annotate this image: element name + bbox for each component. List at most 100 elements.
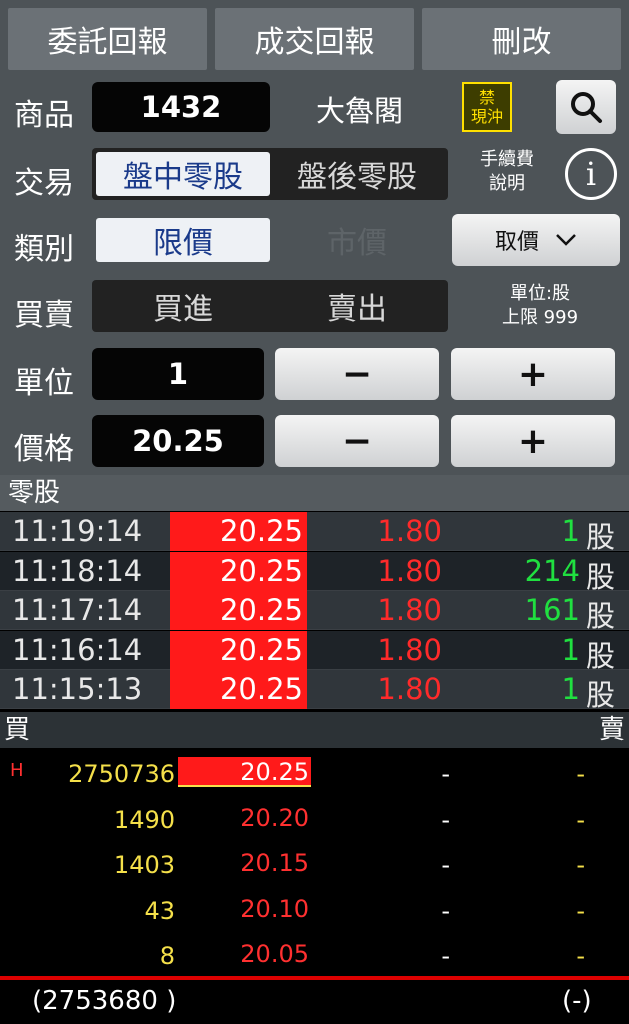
price-minus-button[interactable]: − <box>275 415 439 467</box>
list-item[interactable]: 43 20.10 - - <box>0 887 629 933</box>
product-code-input[interactable]: 1432 <box>92 82 270 132</box>
sell-option[interactable]: 賣出 <box>270 284 444 328</box>
list-item[interactable]: H 2750736 20.25 - - <box>0 750 629 796</box>
ask-quantity: - <box>576 851 585 879</box>
trade-time: 11:18:14 <box>12 553 143 588</box>
ask-price: - <box>441 760 450 788</box>
bid-flag: H <box>10 760 24 781</box>
trade-volume: 161 <box>524 593 580 627</box>
trade-change: 1.80 <box>377 514 442 548</box>
total-bid: (2753680 ) <box>32 986 177 1016</box>
no-day-trade-badge: 禁 現沖 <box>462 82 512 132</box>
trade-time: 11:16:14 <box>12 632 143 667</box>
trade-volume: 1 <box>561 514 580 548</box>
trade-change: 1.80 <box>377 632 442 667</box>
ask-price: - <box>441 805 450 834</box>
buy-option[interactable]: 買進 <box>96 284 270 328</box>
book-totals: (2753680 ) (-) <box>0 980 629 1024</box>
product-label: 商品 <box>14 98 74 133</box>
table-row: 11:19:14 20.25 1.80 1 股 <box>0 512 629 554</box>
price-label: 價格 <box>14 432 74 467</box>
side-label: 買賣 <box>14 298 74 333</box>
table-row: 11:15:13 20.25 1.80 1 股 <box>0 670 629 712</box>
ask-price: - <box>441 942 450 970</box>
bid-price: 20.20 <box>240 803 309 832</box>
trade-time: 11:19:14 <box>12 514 143 548</box>
tab-order-report[interactable]: 委託回報 <box>8 8 207 70</box>
trade-price: 20.25 <box>170 630 307 670</box>
trade-change: 1.80 <box>377 553 442 588</box>
trade-price: 20.25 <box>170 670 307 709</box>
unit-limit-info: 單位:股 上限 999 <box>501 283 579 328</box>
table-row: 11:16:14 20.25 1.80 1 股 <box>0 630 629 673</box>
ask-price: - <box>441 896 450 925</box>
trade-change: 1.80 <box>377 593 442 627</box>
quantity-plus-button[interactable]: + <box>451 348 615 400</box>
trade-unit: 股 <box>586 599 616 633</box>
bid-price: 20.15 <box>240 849 309 877</box>
bid-quantity: 43 <box>144 896 175 925</box>
tab-modify[interactable]: 刪改 <box>422 8 621 70</box>
bid-quantity: 2750736 <box>68 760 175 788</box>
total-ask: (-) <box>562 986 592 1016</box>
type-label: 類別 <box>14 232 74 267</box>
trade-price: 20.25 <box>170 591 307 630</box>
product-name: 大魯閣 <box>316 94 404 128</box>
ask-quantity: - <box>576 896 585 925</box>
search-button[interactable] <box>556 80 616 134</box>
market-price-option[interactable]: 市價 <box>270 218 444 262</box>
bid-price: 20.25 <box>178 757 311 787</box>
order-book-header: 買 賣 <box>0 712 629 748</box>
price-input[interactable]: 20.25 <box>92 415 264 467</box>
bid-quantity: 1403 <box>113 851 175 879</box>
ask-quantity: - <box>576 942 585 970</box>
price-source-label: 取價 <box>494 230 539 255</box>
trade-time: 11:17:14 <box>12 593 143 627</box>
order-type-toggle: 限價 市價 <box>92 214 448 266</box>
sell-header: 賣 <box>598 715 625 745</box>
quantity-input[interactable]: 1 <box>92 348 264 400</box>
tab-deal-report[interactable]: 成交回報 <box>215 8 414 70</box>
price-source-dropdown[interactable]: 取價 <box>452 214 620 266</box>
quantity-minus-button[interactable]: − <box>275 348 439 400</box>
trade-price: 20.25 <box>170 551 307 591</box>
quantity-label: 單位 <box>14 366 74 401</box>
trade-unit: 股 <box>586 638 616 673</box>
trade-unit: 股 <box>586 559 616 594</box>
bid-quantity: 8 <box>159 942 175 970</box>
fee-info-label[interactable]: 手續費 說明 <box>464 148 550 196</box>
trade-price: 20.25 <box>170 512 307 551</box>
bid-quantity: 1490 <box>113 805 175 834</box>
ask-price: - <box>441 851 450 879</box>
trade-unit: 股 <box>586 520 616 554</box>
buy-header: 買 <box>4 715 31 745</box>
trade-unit: 股 <box>586 678 616 712</box>
limit-price-option[interactable]: 限價 <box>96 218 270 262</box>
trade-time: 11:15:13 <box>12 672 143 706</box>
order-form: 商品 1432 大魯閣 禁 現沖 交易 盤中零股 盤後零股 手續費 說明 i 類… <box>0 72 629 475</box>
odd-lot-section-title: 零股 <box>0 475 629 511</box>
after-hours-odd-lot-option[interactable]: 盤後零股 <box>270 152 444 196</box>
table-row: 11:18:14 20.25 1.80 214 股 <box>0 551 629 594</box>
trade-volume: 1 <box>561 672 580 706</box>
side-toggle: 買進 賣出 <box>92 280 448 332</box>
bid-price: 20.10 <box>240 894 309 923</box>
list-item[interactable]: 1490 20.20 - - <box>0 796 629 842</box>
trade-session-toggle: 盤中零股 盤後零股 <box>92 148 448 200</box>
trade-label: 交易 <box>14 166 74 201</box>
trade-volume: 214 <box>524 553 580 588</box>
price-plus-button[interactable]: + <box>451 415 615 467</box>
intraday-odd-lot-option[interactable]: 盤中零股 <box>96 152 270 196</box>
top-tab-bar: 委託回報 成交回報 刪改 <box>0 0 629 72</box>
list-item[interactable]: 1403 20.15 - - <box>0 841 629 887</box>
table-row: 11:17:14 20.25 1.80 161 股 <box>0 591 629 633</box>
ask-quantity: - <box>576 760 585 788</box>
trade-change: 1.80 <box>377 672 442 706</box>
bid-price: 20.05 <box>240 940 309 968</box>
search-icon <box>571 92 602 123</box>
ask-quantity: - <box>576 805 585 834</box>
list-item[interactable]: 8 20.05 - - <box>0 932 629 978</box>
trade-volume: 1 <box>561 632 580 667</box>
chevron-down-icon <box>556 234 576 246</box>
info-icon[interactable]: i <box>565 148 617 200</box>
